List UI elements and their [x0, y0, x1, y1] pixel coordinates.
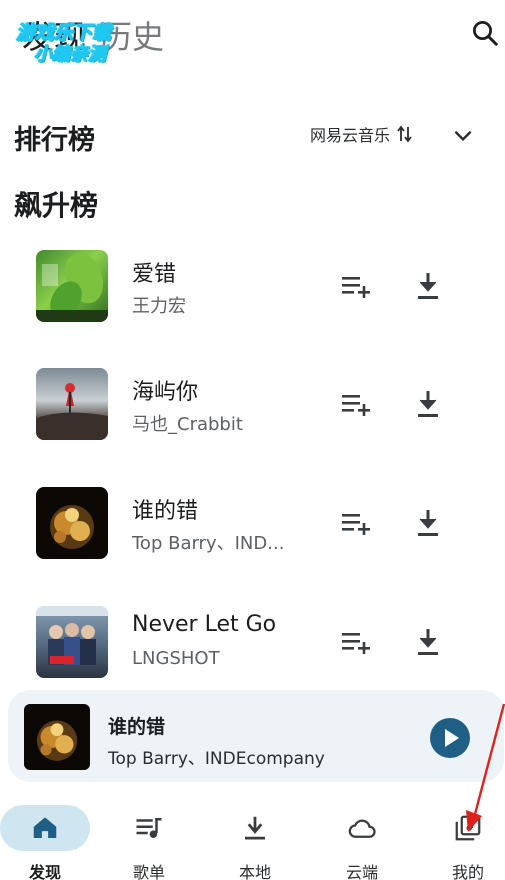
- sort-icon: [397, 125, 412, 143]
- play-button[interactable]: [430, 718, 470, 758]
- add-to-playlist-button[interactable]: [340, 274, 374, 300]
- home-icon: [33, 817, 57, 838]
- playlist-add-icon: [342, 395, 370, 416]
- download-button[interactable]: [413, 507, 443, 539]
- source-label: 网易云音乐: [310, 126, 391, 145]
- section-header: 排行榜 网易云音乐: [0, 112, 505, 160]
- chevron-down-icon: [454, 130, 472, 142]
- now-playing-artist: Top Barry、INDEcompany: [108, 749, 325, 769]
- song-artist: Top Barry、IND...: [132, 533, 285, 554]
- nav-label: 云端: [345, 863, 378, 880]
- watermark-line2: 小编亲测: [34, 44, 107, 66]
- nav-label: 我的: [451, 863, 484, 880]
- top-bar: 发现 历史 游戏乐下载 小编亲测: [0, 0, 505, 70]
- song-item[interactable]: 谁的错 Top Barry、IND...: [0, 481, 505, 561]
- search-icon: [473, 21, 498, 46]
- nav-playlists[interactable]: 歌单: [99, 795, 199, 880]
- song-artist: 王力宏: [132, 296, 186, 317]
- song-artist: LNGSHOT: [132, 648, 220, 669]
- section-title: 排行榜: [14, 125, 95, 156]
- song-item[interactable]: Never Let Go LNGSHOT: [0, 600, 505, 680]
- download-icon: [418, 629, 438, 655]
- nav-label: 发现: [28, 863, 61, 880]
- download-icon: [418, 273, 438, 299]
- search-button[interactable]: [470, 18, 500, 48]
- chart-title: 飙升榜: [14, 189, 99, 222]
- nav-label: 本地: [238, 863, 271, 880]
- download-icon: [418, 510, 438, 536]
- library-music-icon: [455, 815, 481, 841]
- playlist-add-icon: [342, 633, 370, 654]
- add-to-playlist-button[interactable]: [340, 392, 374, 418]
- source-select[interactable]: 网易云音乐: [310, 122, 414, 146]
- playlist-add-icon: [342, 277, 370, 298]
- playlist-add-icon: [342, 514, 370, 535]
- song-artist: 马也_Crabbit: [132, 414, 243, 435]
- song-item[interactable]: 海屿你 马也_Crabbit: [0, 362, 505, 442]
- expand-button[interactable]: [450, 122, 476, 148]
- download-icon: [418, 391, 438, 417]
- watermark: 游戏乐下载 小编亲测: [15, 18, 126, 66]
- nav-cloud[interactable]: 云端: [312, 795, 412, 880]
- nav-mine[interactable]: 我的: [418, 795, 505, 880]
- album-cover: [36, 606, 108, 678]
- download-button[interactable]: [413, 626, 443, 658]
- album-cover: [36, 487, 108, 559]
- now-playing-cover: [24, 704, 90, 770]
- download-icon: [245, 816, 265, 840]
- song-title: 爱错: [132, 262, 177, 287]
- playlist-music-icon: [136, 818, 162, 838]
- download-button[interactable]: [413, 388, 443, 420]
- nav-discover[interactable]: 发现: [0, 795, 100, 880]
- add-to-playlist-button[interactable]: [340, 630, 374, 656]
- song-title: 谁的错: [132, 499, 199, 524]
- song-item[interactable]: 爱错 王力宏: [0, 244, 505, 324]
- download-button[interactable]: [413, 270, 443, 302]
- nav-local[interactable]: 本地: [205, 795, 305, 880]
- nav-label: 歌单: [132, 863, 165, 880]
- play-icon: [445, 729, 459, 747]
- add-to-playlist-button[interactable]: [340, 511, 374, 537]
- now-playing-title: 谁的错: [108, 716, 166, 738]
- mini-player[interactable]: 谁的错 Top Barry、INDEcompany: [8, 690, 504, 782]
- album-cover: [36, 250, 108, 322]
- album-cover: [36, 368, 108, 440]
- cloud-icon: [348, 819, 376, 838]
- song-title: 海屿你: [132, 380, 199, 405]
- song-title: Never Let Go: [132, 612, 277, 637]
- bottom-nav: 发现 歌单 本地 云端 我的: [0, 795, 505, 880]
